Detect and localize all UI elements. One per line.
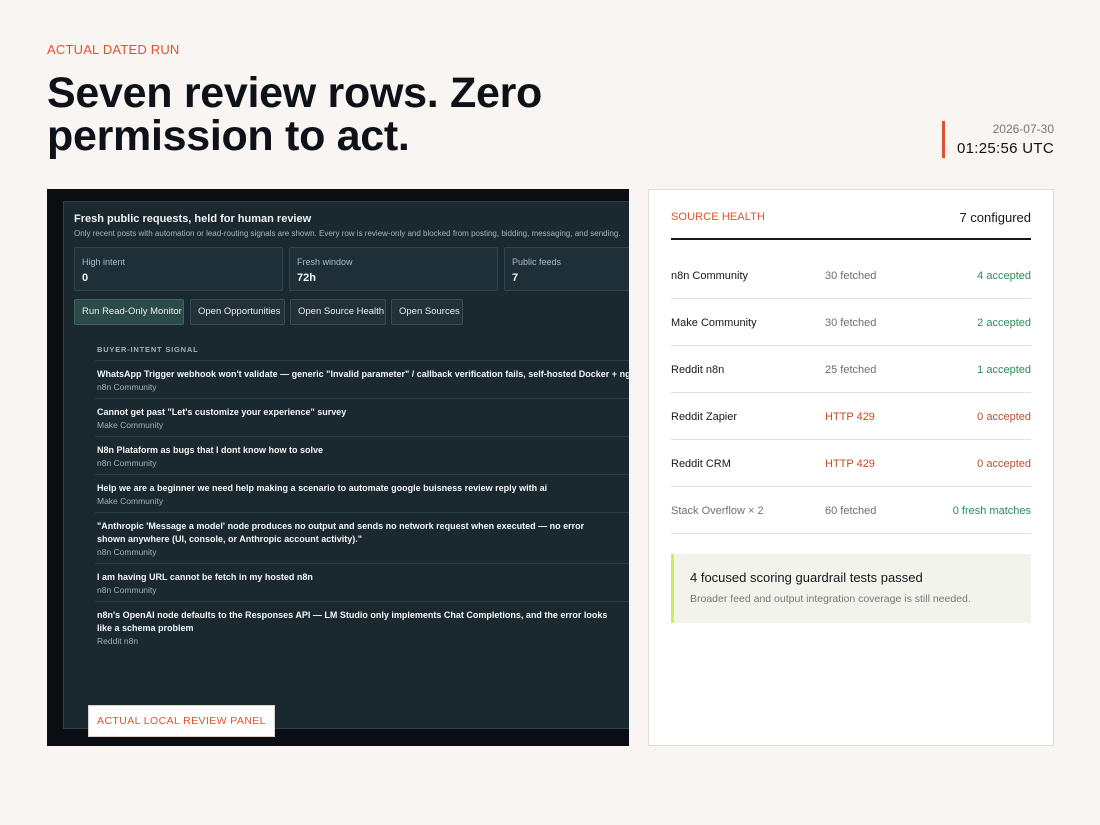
source-health-list: n8n Community 30 fetched 4 accepted Make… xyxy=(671,252,1031,534)
source-row: Stack Overflow × 2 60 fetched 0 fresh ma… xyxy=(671,487,1031,534)
row-source: n8n Community xyxy=(97,458,157,468)
source-health-header: SOURCE HEALTH 7 configured xyxy=(671,210,1031,240)
source-name: Make Community xyxy=(671,317,757,329)
review-panel-screenshot: Fresh public requests, held for human re… xyxy=(47,189,629,746)
source-fetched: HTTP 429 xyxy=(825,458,875,470)
review-row[interactable]: I am having URL cannot be fetch in my ho… xyxy=(95,563,629,601)
source-fetched: HTTP 429 xyxy=(825,411,875,423)
panel-title: Fresh public requests, held for human re… xyxy=(74,213,312,225)
row-title: I am having URL cannot be fetch in my ho… xyxy=(97,572,313,582)
review-row[interactable]: N8n Plataform as bugs that I dont know h… xyxy=(95,436,629,474)
source-row: n8n Community 30 fetched 4 accepted xyxy=(671,252,1031,299)
row-source: n8n Community xyxy=(97,547,157,557)
run-time: 01:25:56 UTC xyxy=(957,140,1054,157)
metric-fresh-window: Fresh window 72h xyxy=(289,247,498,291)
review-row[interactable]: Help we are a beginner we need help maki… xyxy=(95,474,629,512)
metric-high-intent: High intent 0 xyxy=(74,247,283,291)
source-accepted: 0 fresh matches xyxy=(952,505,1031,517)
metric-label: High intent xyxy=(82,257,126,267)
row-source: Make Community xyxy=(97,496,164,506)
source-row: Reddit CRM HTTP 429 0 accepted xyxy=(671,440,1031,487)
metric-label: Public feeds xyxy=(512,257,562,267)
source-fetched: 30 fetched xyxy=(825,317,877,329)
review-panel: Fresh public requests, held for human re… xyxy=(63,201,629,737)
row-title: Cannot get past "Let's customize your ex… xyxy=(97,407,347,417)
source-accepted: 4 accepted xyxy=(977,270,1031,282)
source-accepted: 1 accepted xyxy=(977,364,1031,376)
metric-value: 72h xyxy=(297,272,316,284)
row-title: n8n's OpenAI node defaults to the Respon… xyxy=(97,610,608,633)
source-accepted: 0 accepted xyxy=(977,458,1031,470)
eyebrow-label: ACTUAL DATED RUN xyxy=(47,42,180,57)
source-name: Reddit Zapier xyxy=(671,411,738,423)
signal-heading: BUYER-INTENT SIGNAL xyxy=(97,345,199,354)
run-monitor-button[interactable]: Run Read-Only Monitor xyxy=(74,299,184,325)
row-source: Make Community xyxy=(97,420,164,430)
open-sources-button[interactable]: Open Sources xyxy=(391,299,463,325)
source-fetched: 30 fetched xyxy=(825,270,877,282)
row-source: n8n Community xyxy=(97,382,157,392)
review-row[interactable]: n8n's OpenAI node defaults to the Respon… xyxy=(95,601,629,652)
run-date: 2026-07-30 xyxy=(992,122,1054,136)
open-opportunities-button[interactable]: Open Opportunities xyxy=(190,299,285,325)
open-source-health-button[interactable]: Open Source Health xyxy=(290,299,386,325)
row-source: n8n Community xyxy=(97,585,157,595)
source-accepted: 2 accepted xyxy=(977,317,1031,329)
source-name: Reddit CRM xyxy=(671,458,731,470)
source-fetched: 60 fetched xyxy=(825,505,877,517)
metric-value: 0 xyxy=(82,272,89,284)
configured-count: 7 configured xyxy=(959,210,1031,225)
row-title: Help we are a beginner we need help maki… xyxy=(97,483,548,493)
source-health-card: SOURCE HEALTH 7 configured n8n Community… xyxy=(648,189,1054,746)
metric-label: Fresh window xyxy=(297,257,353,267)
source-name: Stack Overflow × 2 xyxy=(671,505,764,517)
source-fetched: 25 fetched xyxy=(825,364,877,376)
source-row: Make Community 30 fetched 2 accepted xyxy=(671,299,1031,346)
review-row[interactable]: Cannot get past "Let's customize your ex… xyxy=(95,398,629,436)
panel-subtitle: Only recent posts with automation or lea… xyxy=(74,229,621,238)
row-title: N8n Plataform as bugs that I dont know h… xyxy=(97,445,324,455)
row-title: "Anthropic 'Message a model' node produc… xyxy=(97,521,585,544)
page-title: Seven review rows. Zero permission to ac… xyxy=(47,69,542,160)
row-title: WhatsApp Trigger webhook won't validate … xyxy=(97,369,629,379)
review-panel-tag: ACTUAL LOCAL REVIEW PANEL xyxy=(88,705,275,737)
review-rows: WhatsApp Trigger webhook won't validate … xyxy=(95,360,629,652)
metric-public-feeds: Public feeds 7 xyxy=(504,247,629,291)
row-source: Reddit n8n xyxy=(97,636,139,646)
source-name: n8n Community xyxy=(671,270,749,282)
source-accepted: 0 accepted xyxy=(977,411,1031,423)
guardrail-title: 4 focused scoring guardrail tests passed xyxy=(690,570,923,585)
source-row: Reddit n8n 25 fetched 1 accepted xyxy=(671,346,1031,393)
review-row[interactable]: WhatsApp Trigger webhook won't validate … xyxy=(95,360,629,398)
source-row: Reddit Zapier HTTP 429 0 accepted xyxy=(671,393,1031,440)
source-name: Reddit n8n xyxy=(671,364,725,376)
guardrail-subtitle: Broader feed and output integration cove… xyxy=(690,593,971,605)
guardrail-callout: 4 focused scoring guardrail tests passed… xyxy=(671,554,1031,623)
metric-value: 7 xyxy=(512,272,519,284)
source-health-label: SOURCE HEALTH xyxy=(671,211,765,223)
run-timestamp: 2026-07-30 01:25:56 UTC xyxy=(942,121,1054,158)
review-row[interactable]: "Anthropic 'Message a model' node produc… xyxy=(95,512,629,563)
